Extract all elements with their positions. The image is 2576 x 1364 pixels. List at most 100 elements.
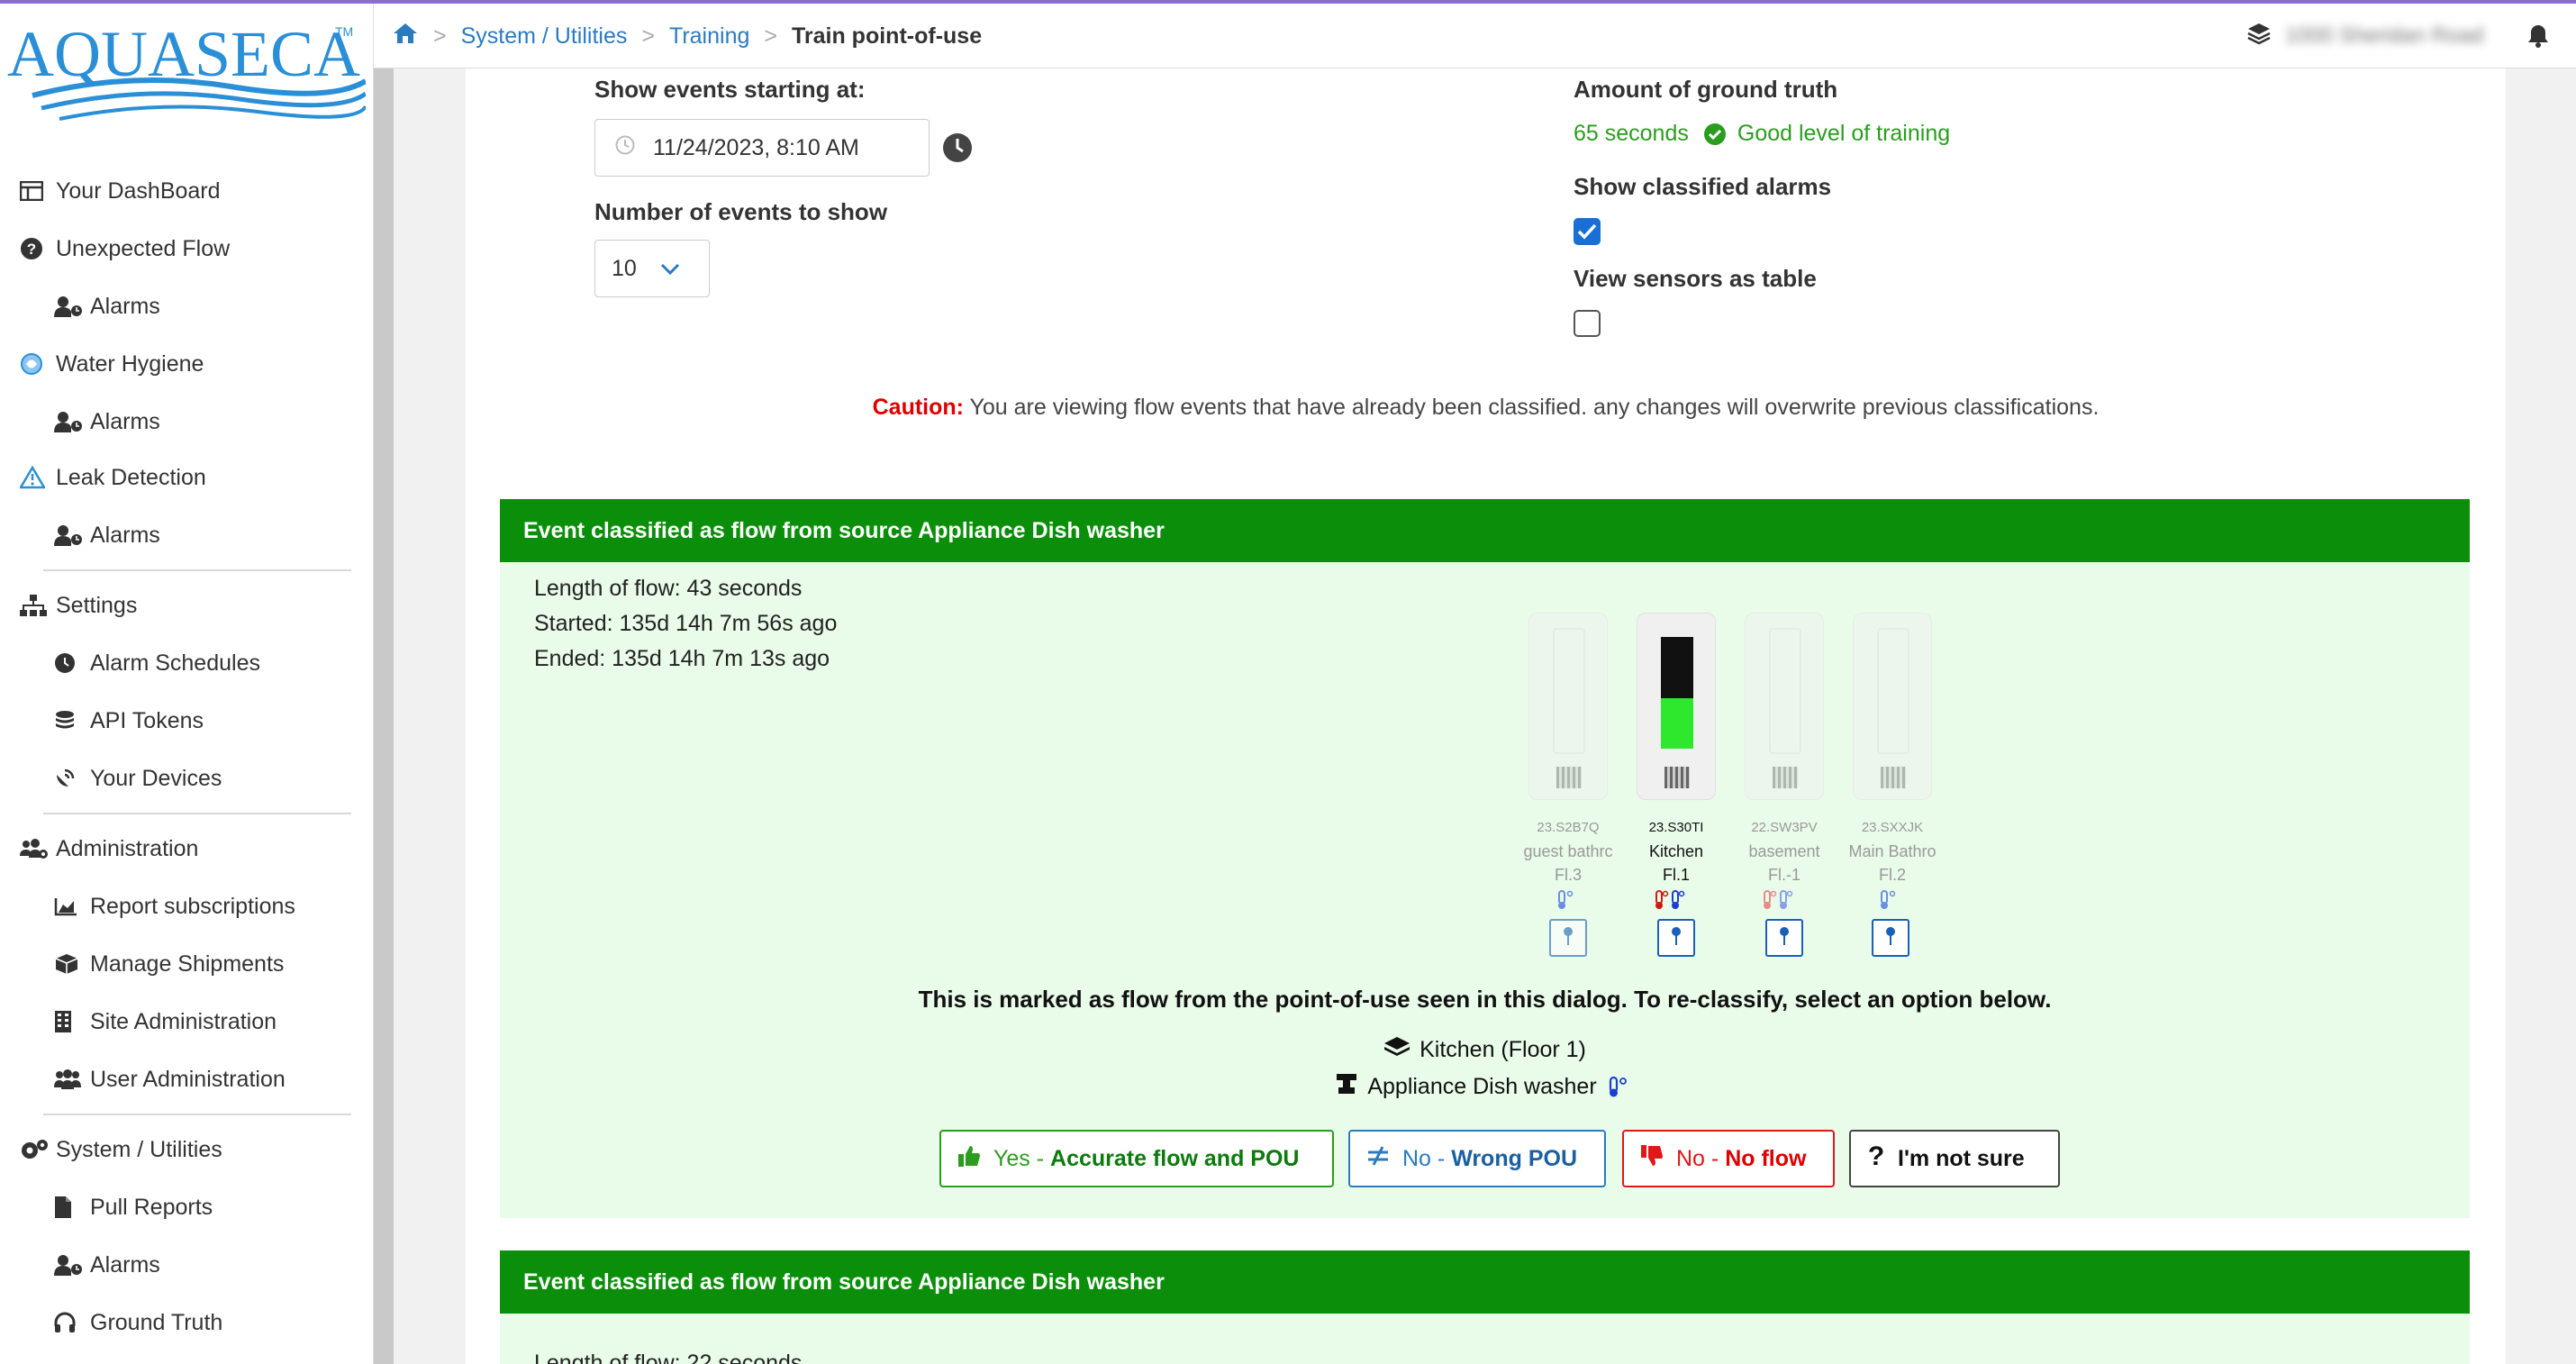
show-classified-checkbox[interactable]: [1574, 218, 1601, 245]
not-sure-button[interactable]: ? I'm not sure: [1849, 1130, 2060, 1187]
clock-picker-icon[interactable]: [941, 132, 974, 168]
sidebar-item-alarms-unexpected[interactable]: Alarms: [54, 286, 160, 326]
sidebar-item-label: Alarms: [90, 293, 160, 319]
sidebar-item-alarms-leak[interactable]: Alarms: [54, 515, 160, 555]
sidebar-item-alarms-hygiene[interactable]: Alarms: [54, 402, 160, 441]
sidebar-item-label: Alarm Schedules: [90, 650, 260, 676]
event-body: Length of flow: 43 seconds Started: 135d…: [500, 562, 2470, 1218]
aquaseca-logo[interactable]: AQUASECA TM: [5, 16, 366, 124]
map-pin-button[interactable]: [1765, 919, 1803, 957]
yes-accurate-button[interactable]: Yes - Accurate flow and POU: [939, 1130, 1334, 1187]
sidebar-scrollbar[interactable]: [374, 68, 394, 1364]
ground-truth-status: 65 seconds Good level of training: [1574, 121, 1950, 147]
breadcrumb: > System / Utilities > Training > Train …: [392, 4, 982, 68]
view-table-checkbox[interactable]: [1574, 310, 1601, 337]
map-pin-button[interactable]: [1872, 919, 1909, 957]
map-pin-button[interactable]: [1657, 919, 1695, 957]
map-pin-icon: [1562, 926, 1574, 950]
home-icon[interactable]: [392, 22, 419, 51]
sidebar-item-label: Water Hygiene: [56, 350, 204, 377]
svg-text:TM: TM: [335, 24, 353, 39]
caution-text: You are viewing flow events that have al…: [969, 395, 2100, 420]
count-label: Number of events to show: [594, 198, 888, 225]
sensor-floor: Fl.-1: [1768, 866, 1800, 884]
sidebar-item-alarms-system[interactable]: Alarms: [54, 1245, 160, 1285]
unsure-label: I'm not sure: [1898, 1145, 2025, 1171]
cogs-icon: [20, 1137, 50, 1162]
sidebar-item-site-administration[interactable]: Site Administration: [54, 1002, 277, 1041]
clock-icon: [54, 650, 85, 676]
satellite-dish-icon: [54, 766, 85, 791]
sidebar-item-pull-reports[interactable]: Pull Reports: [54, 1187, 213, 1227]
sensor-device[interactable]: [1745, 613, 1824, 800]
sidebar-item-manage-shipments[interactable]: Manage Shipments: [54, 944, 284, 984]
start-datetime-input[interactable]: 11/24/2023, 8:10 AM: [594, 119, 930, 177]
sidebar-item-administration[interactable]: Administration: [20, 829, 198, 868]
sidebar-item-system-utilities[interactable]: System / Utilities: [20, 1130, 222, 1169]
sensor-id: 23.S2B7Q: [1537, 820, 1600, 835]
sidebar-item-leak-detection[interactable]: Leak Detection: [20, 458, 206, 497]
flow-info: Length of flow: 22 seconds: [534, 1346, 802, 1364]
sidebar-item-dashboard[interactable]: Your DashBoard: [20, 171, 221, 211]
sensor-id: 23.S30TI: [1648, 820, 1704, 835]
event-count-value: 10: [612, 255, 637, 281]
sidebar-item-user-administration[interactable]: User Administration: [54, 1059, 286, 1099]
sensor-housing: [1553, 628, 1585, 754]
sidebar-item-water-hygiene[interactable]: Water Hygiene: [20, 344, 204, 384]
main-content: Show events starting at: 11/24/2023, 8:1…: [394, 68, 2576, 1364]
sidebar-item-label: Leak Detection: [56, 464, 206, 490]
sitemap-icon: [20, 593, 50, 618]
sensor-id: 22.SW3PV: [1751, 820, 1818, 835]
map-pin-icon: [1778, 926, 1791, 950]
sidebar-item-settings[interactable]: Settings: [20, 586, 137, 625]
sidebar-item-label: System / Utilities: [56, 1136, 222, 1162]
flow-ended: Ended: 135d 14h 7m 13s ago: [534, 646, 830, 671]
dashboard-icon: [20, 178, 50, 204]
sensor-device-active[interactable]: [1637, 613, 1716, 800]
sensor-device[interactable]: [1528, 613, 1608, 800]
coins-icon: [54, 708, 85, 733]
source-line: Appliance Dish washer: [500, 1072, 2470, 1102]
sidebar-item-label: Pull Reports: [90, 1194, 213, 1220]
map-pin-button[interactable]: [1549, 919, 1587, 957]
clock-icon: [615, 135, 635, 161]
sidebar-item-report-subscriptions[interactable]: Report subscriptions: [54, 887, 295, 926]
users-icon: [54, 1067, 85, 1092]
breadcrumb-training[interactable]: Training: [669, 23, 749, 50]
check-circle-icon: [1703, 123, 1727, 146]
qr-code: [1773, 767, 1798, 788]
site-selector[interactable]: 1000 Sheridan Road: [2247, 4, 2483, 68]
layer-group-icon: [1383, 1036, 1410, 1064]
no-wrong-pou-button[interactable]: No - Wrong POU: [1348, 1130, 1606, 1187]
no-prefix: No -: [1402, 1145, 1446, 1171]
sidebar-item-api-tokens[interactable]: API Tokens: [54, 701, 204, 741]
sensor-label: 22.SW3PV basement Fl.-1: [1726, 816, 1843, 887]
event-count-select[interactable]: 10: [594, 240, 710, 297]
no-flow-button[interactable]: No - No flow: [1622, 1130, 1835, 1187]
source-text: Appliance Dish washer: [1367, 1074, 1597, 1099]
svg-text:?: ?: [27, 241, 36, 258]
sidebar-item-label: Manage Shipments: [90, 950, 285, 977]
sensor-name: guest bathrc: [1523, 842, 1613, 860]
sensor-device[interactable]: [1853, 613, 1932, 800]
headphones-icon: [54, 1310, 85, 1335]
sensor-floor: Fl.1: [1662, 866, 1690, 884]
flow-info: Length of flow: 43 seconds Started: 135d…: [534, 571, 837, 677]
sidebar-item-label: Ground Truth: [90, 1309, 223, 1335]
thermometer-hot-cold-icon: [1655, 890, 1694, 914]
yes-label: Accurate flow and POU: [1050, 1145, 1300, 1171]
ground-truth-level: Good level of training: [1737, 121, 1951, 146]
sidebar-item-your-devices[interactable]: Your Devices: [54, 759, 222, 798]
bell-icon[interactable]: [2526, 23, 2550, 53]
show-classified-label: Show classified alarms: [1574, 173, 1832, 200]
ground-truth-seconds: 65 seconds: [1574, 121, 1689, 146]
sidebar-item-unexpected-flow[interactable]: ? Unexpected Flow: [20, 229, 230, 268]
sensor-name: basement: [1748, 842, 1820, 860]
sensor-name: Kitchen: [1648, 842, 1704, 860]
sidebar-item-alarm-schedules[interactable]: Alarm Schedules: [54, 643, 260, 683]
thermometer-hot-cold-icon: [1763, 890, 1802, 914]
sidebar-item-ground-truth[interactable]: Ground Truth: [54, 1303, 222, 1342]
map-pin-icon: [1884, 926, 1897, 950]
breadcrumb-system-utilities[interactable]: System / Utilities: [461, 23, 628, 50]
boxes-icon: [54, 951, 85, 977]
